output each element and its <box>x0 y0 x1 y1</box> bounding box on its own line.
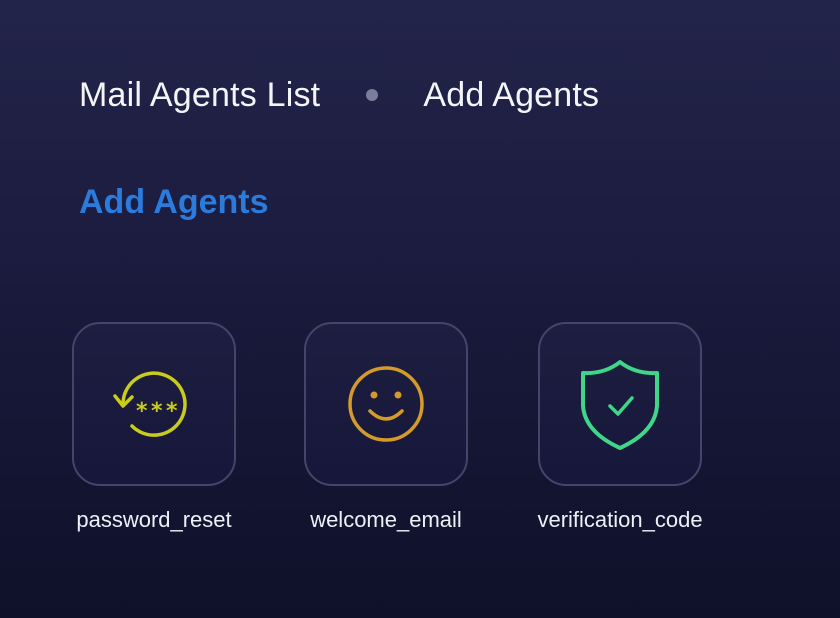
agent-card-verification-code[interactable]: verification_code <box>537 322 703 534</box>
svg-text:*: * <box>166 399 178 424</box>
breadcrumb-add-agents[interactable]: Add Agents <box>423 74 599 116</box>
agent-card-welcome-email[interactable]: welcome_email <box>304 322 468 534</box>
agent-label: verification_code <box>537 507 703 532</box>
breadcrumb-separator-dot <box>366 89 379 101</box>
smiley-icon <box>348 366 424 442</box>
agent-tile[interactable] <box>304 322 468 486</box>
breadcrumb: Mail Agents List Add Agents <box>79 74 599 116</box>
agent-card-password-reset[interactable]: * * * password_reset <box>72 322 236 534</box>
agent-tile[interactable]: * * * <box>72 322 236 486</box>
agent-label: welcome_email <box>310 507 462 532</box>
svg-text:*: * <box>136 399 148 424</box>
password-reset-icon: * * * <box>113 371 187 437</box>
svg-text:*: * <box>151 399 163 424</box>
section-title: Add Agents <box>79 183 269 221</box>
breadcrumb-mail-agents-list[interactable]: Mail Agents List <box>79 74 320 116</box>
agent-tile[interactable] <box>538 322 702 486</box>
shield-check-icon <box>581 360 659 450</box>
agent-label: password_reset <box>76 507 232 532</box>
add-agents-page: Mail Agents List Add Agents Add Agents *… <box>0 0 840 618</box>
